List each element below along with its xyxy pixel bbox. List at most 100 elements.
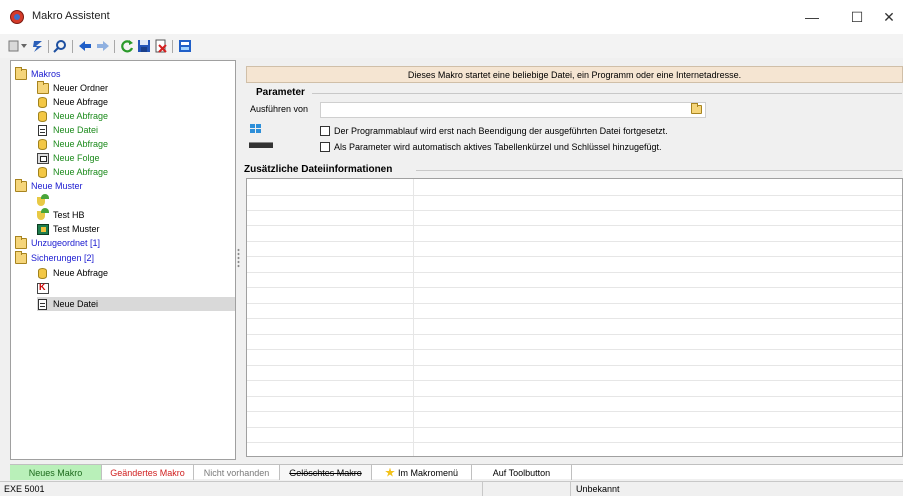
macro-menu-icon[interactable]: [177, 38, 193, 54]
tree-item-query[interactable]: Neue Abfrage: [37, 266, 235, 280]
params-checkbox-row[interactable]: Als Parameter wird automatisch aktives T…: [320, 142, 662, 152]
refresh-icon[interactable]: [119, 38, 135, 54]
query-icon: [38, 138, 47, 150]
splitter-handle[interactable]: [237, 248, 240, 268]
title-bar: Makro Assistent — ☐ ✕: [0, 0, 903, 34]
back-arrow-icon[interactable]: [77, 38, 93, 54]
wait-checkbox-row[interactable]: Der Programmablauf wird erst nach Beendi…: [320, 126, 668, 136]
tree-item-label: Neue Folge: [53, 153, 100, 163]
tree-item-label: Unzugeordnet [1]: [31, 238, 101, 248]
macro-tree[interactable]: Makros Neuer Ordner Neue Abfrage Neue Ab…: [10, 60, 236, 460]
params-checkbox-label: Als Parameter wird automatisch aktives T…: [334, 142, 662, 152]
delete-icon[interactable]: [153, 38, 169, 54]
minimize-button[interactable]: —: [789, 0, 835, 34]
file-info-grid[interactable]: [246, 178, 903, 457]
tree-item-label: Neue Abfrage: [53, 111, 109, 121]
tree-item-query[interactable]: Neue Abfrage: [37, 109, 235, 123]
tree-item-pattern[interactable]: [37, 193, 235, 208]
grid-row-line: [247, 210, 902, 211]
params-checkbox[interactable]: [320, 142, 330, 152]
legend-in-macro-menu-label: Im Makromenü: [397, 467, 459, 478]
tree-item-label: Neue Datei: [53, 299, 99, 309]
wait-checkbox-label: Der Programmablauf wird erst nach Beendi…: [334, 126, 668, 136]
tree-item-label: Neuer Ordner: [53, 83, 109, 93]
tree-item-test-muster[interactable]: Test Muster: [37, 222, 235, 236]
run-from-input[interactable]: [320, 102, 706, 118]
tree-item-sequence[interactable]: Neue Folge: [37, 151, 235, 165]
grid-row-line: [247, 272, 902, 273]
legend-new-macro: Neues Makro: [10, 465, 102, 480]
grid-row-line: [247, 195, 902, 196]
save-icon[interactable]: [136, 38, 152, 54]
status-divider: [482, 482, 483, 496]
search-icon[interactable]: [52, 38, 68, 54]
folder-icon: [15, 235, 27, 249]
forward-arrow-icon[interactable]: [95, 38, 111, 54]
query-icon: [38, 166, 47, 178]
tree-item-query[interactable]: Neue Abfrage: [37, 137, 235, 151]
info-banner: Dieses Makro startet eine beliebige Date…: [246, 66, 903, 83]
close-button[interactable]: ✕: [866, 0, 903, 34]
additional-info-title: Zusätzliche Dateiinformationen: [244, 164, 393, 175]
grid-row-line: [247, 303, 902, 304]
stamp-icon: [37, 282, 49, 294]
legend-changed-macro: Geändertes Makro: [102, 465, 194, 480]
tree-item-label: Neue Datei: [53, 125, 99, 135]
wait-checkbox[interactable]: [320, 126, 330, 136]
status-divider: [570, 482, 571, 496]
query-icon: [38, 267, 47, 279]
group-divider: [416, 170, 902, 171]
sequence-icon: [37, 152, 49, 164]
query-icon: [38, 110, 47, 122]
tree-item-query[interactable]: Neue Abfrage: [37, 95, 235, 109]
tree-item-neuer-ordner[interactable]: Neuer Ordner: [37, 80, 235, 95]
legend-not-present: Nicht vorhanden: [194, 465, 280, 480]
legend-on-toolbutton: Auf Toolbutton: [472, 465, 572, 480]
run-icon[interactable]: [30, 38, 46, 54]
pattern-icon: [37, 207, 49, 221]
tree-item-stamp[interactable]: [37, 281, 235, 295]
tree-item-sicherungen[interactable]: Sicherungen [2]: [15, 250, 235, 265]
query-icon: [38, 96, 47, 108]
tree-item-unzugeordnet[interactable]: Unzugeordnet [1]: [15, 235, 235, 250]
tree-item-neue-muster[interactable]: Neue Muster: [15, 178, 235, 193]
grid-row-line: [247, 334, 902, 335]
exe-icon: [37, 223, 49, 235]
tree-item-label: Neue Abfrage: [53, 97, 109, 107]
app-logo-icon: [10, 10, 24, 24]
status-state: Unbekannt: [576, 484, 620, 494]
grid-row-line: [247, 411, 902, 412]
toolbar-separator: [172, 40, 173, 53]
folder-icon: [15, 250, 27, 264]
windows-logo-icon: [250, 124, 261, 133]
folder-icon: [690, 103, 702, 114]
file-icon: [38, 298, 47, 310]
tree-item-makros[interactable]: Makros: [15, 66, 235, 81]
tree-item-label: Test HB: [53, 210, 85, 220]
browse-folder-button[interactable]: [689, 103, 703, 116]
tree-item-label: Sicherungen [2]: [31, 253, 95, 263]
toolbar: [0, 34, 903, 58]
legend-in-macro-menu: Im Makromenü: [372, 465, 472, 480]
tree-item-label: Test Muster: [53, 224, 100, 234]
tree-item-label: Makros: [31, 69, 61, 79]
tree-item-file[interactable]: Neue Datei: [37, 123, 235, 137]
folder-icon: [15, 66, 27, 80]
tree-item-query[interactable]: Neue Abfrage: [37, 165, 235, 179]
file-icon: [38, 124, 47, 136]
toolbar-separator: [114, 40, 115, 53]
console-bar: [249, 142, 273, 148]
tree-item-label: Neue Abfrage: [53, 167, 109, 177]
status-type: EXE 5001: [4, 484, 45, 494]
tree-item-test-hb[interactable]: Test HB: [37, 207, 235, 222]
toolbar-separator: [48, 40, 49, 53]
tree-item-label: Neue Muster: [31, 181, 83, 191]
window-title: Makro Assistent: [32, 10, 110, 22]
grid-row-line: [247, 427, 902, 428]
new-macro-icon[interactable]: [8, 38, 28, 54]
tree-item-neue-datei-selected[interactable]: Neue Datei: [37, 297, 235, 311]
grid-row-line: [247, 225, 902, 226]
tree-item-label: Neue Abfrage: [53, 268, 109, 278]
folder-icon: [15, 178, 27, 192]
grid-row-line: [247, 256, 902, 257]
